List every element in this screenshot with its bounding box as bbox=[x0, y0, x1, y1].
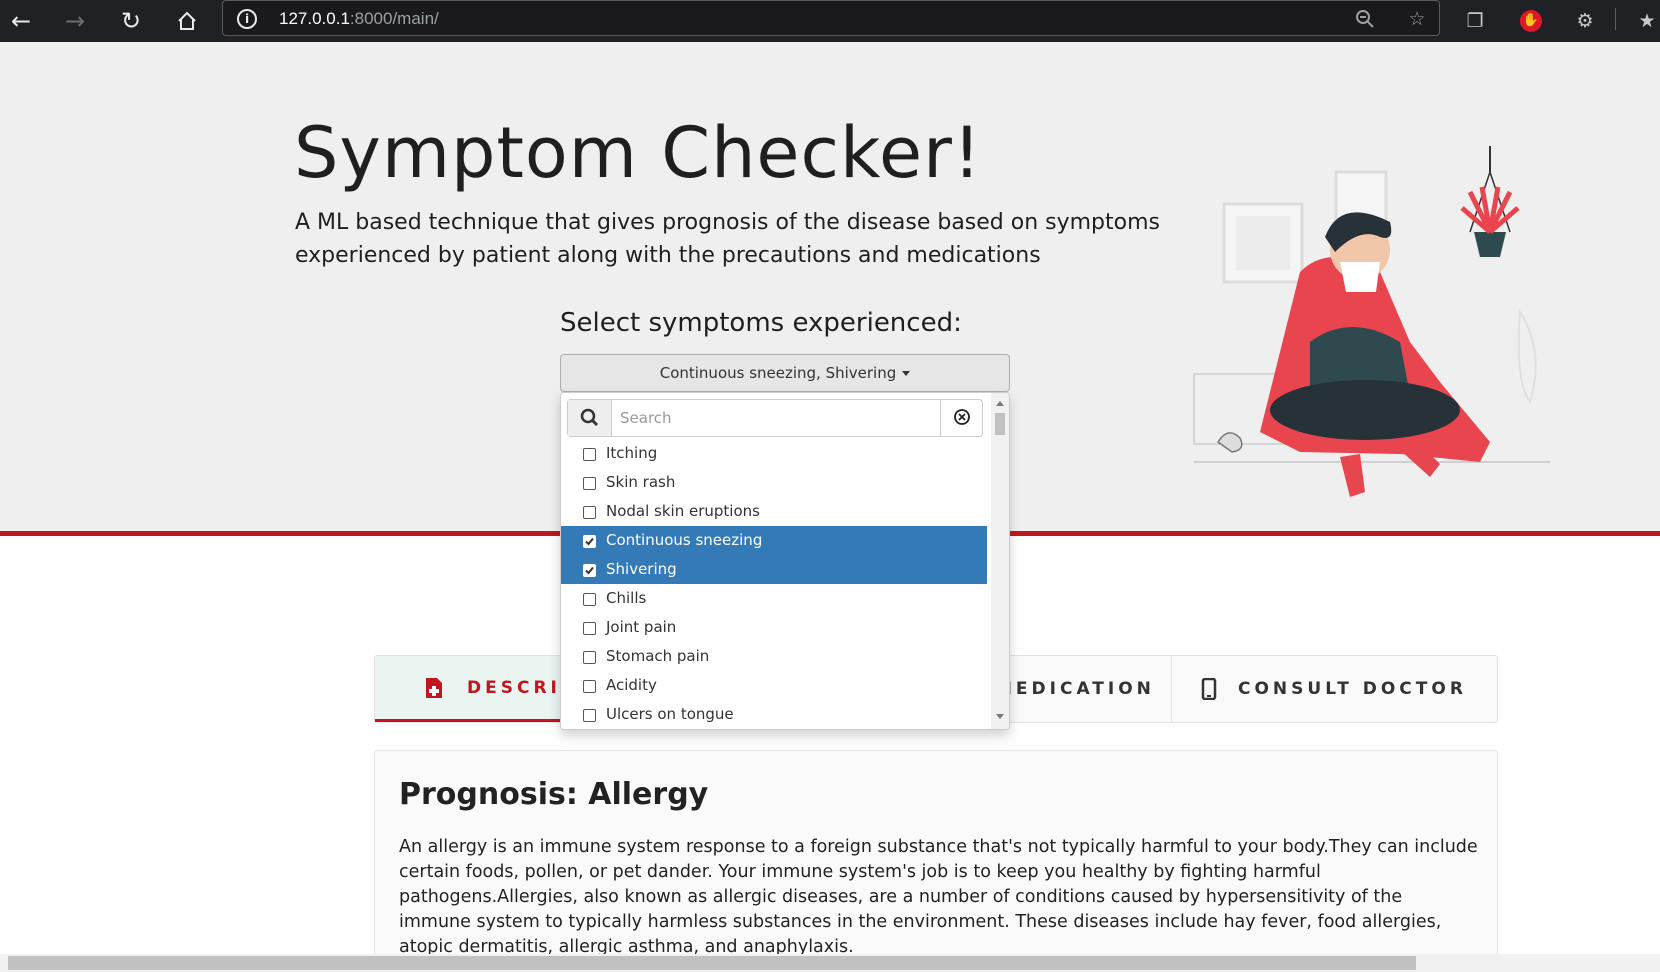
symptom-option-label: Acidity bbox=[606, 676, 657, 694]
checkbox[interactable] bbox=[583, 477, 596, 490]
symptoms-dropdown-button[interactable]: Continuous sneezing, Shivering bbox=[560, 354, 1010, 392]
checkbox[interactable] bbox=[583, 593, 596, 606]
toolbar-divider bbox=[1615, 8, 1616, 30]
symptom-option[interactable]: Itching bbox=[561, 439, 987, 468]
symptom-option-label: Shivering bbox=[606, 560, 677, 578]
scrollbar-thumb[interactable] bbox=[8, 956, 1416, 970]
symptom-option-label: Chills bbox=[606, 589, 647, 607]
zoom-out-icon[interactable] bbox=[1351, 5, 1379, 33]
checkbox[interactable] bbox=[583, 506, 596, 519]
adblock-icon[interactable]: ✋ bbox=[1520, 10, 1542, 32]
reload-icon[interactable]: ↻ bbox=[114, 4, 148, 38]
checkbox[interactable] bbox=[583, 709, 596, 722]
address-bar[interactable]: i 127.0.0.1:8000/main/ ☆ bbox=[222, 0, 1440, 36]
symptom-search-group bbox=[567, 399, 983, 437]
symptoms-dropdown-menu: Itching Skin rash Nodal skin eruptions C… bbox=[560, 392, 1010, 730]
site-info-icon[interactable]: i bbox=[237, 9, 257, 29]
back-arrow-icon[interactable]: ← bbox=[4, 4, 38, 38]
scroll-down-icon[interactable] bbox=[996, 714, 1004, 719]
phone-icon bbox=[1201, 678, 1217, 700]
symptom-option-label: Ulcers on tongue bbox=[606, 705, 734, 723]
prognosis-description: An allergy is an immune system response … bbox=[399, 837, 1478, 957]
select-symptoms-label: Select symptoms experienced: bbox=[560, 308, 962, 338]
browser-toolbar: ← → ↻ i 127.0.0.1:8000/main/ ☆ ❐ ✋ ⚙ ★ bbox=[0, 0, 1660, 42]
collections-icon[interactable]: ❐ bbox=[1460, 6, 1490, 36]
tab-consult-doctor[interactable]: CONSULT DOCTOR bbox=[1172, 656, 1498, 722]
page-title: Symptom Checker! bbox=[294, 112, 982, 194]
check-icon bbox=[585, 566, 594, 575]
checkbox-checked[interactable] bbox=[583, 564, 596, 577]
checkbox-checked[interactable] bbox=[583, 535, 596, 548]
symptom-option-label: Nodal skin eruptions bbox=[606, 502, 760, 520]
symptom-option-label: Continuous sneezing bbox=[606, 531, 763, 549]
symptom-option-label: Skin rash bbox=[606, 473, 676, 491]
checkbox[interactable] bbox=[583, 622, 596, 635]
symptom-option[interactable]: Ulcers on tongue bbox=[561, 700, 987, 729]
symptom-option[interactable]: Nodal skin eruptions bbox=[561, 497, 987, 526]
clear-search-icon[interactable] bbox=[940, 400, 983, 436]
page-horizontal-scrollbar[interactable] bbox=[0, 954, 1660, 972]
scrollbar-thumb[interactable] bbox=[995, 413, 1005, 435]
search-icon bbox=[568, 400, 612, 436]
page-subtitle: A ML based technique that gives prognosi… bbox=[295, 210, 1161, 268]
extensions-icon[interactable]: ⚙ bbox=[1570, 6, 1600, 36]
forward-arrow-icon[interactable]: → bbox=[58, 4, 92, 38]
url-text: 127.0.0.1:8000/main/ bbox=[279, 9, 439, 28]
caret-down-icon bbox=[902, 371, 911, 376]
sneezing-person-illustration bbox=[1193, 146, 1550, 497]
tab-medication-label: MEDICATION bbox=[995, 679, 1155, 699]
scroll-up-icon[interactable] bbox=[996, 401, 1004, 406]
symptom-option[interactable]: Chills bbox=[561, 584, 987, 613]
symptom-option-label: Joint pain bbox=[606, 618, 677, 636]
medical-file-icon bbox=[426, 677, 442, 698]
symptom-option-selected[interactable]: Continuous sneezing bbox=[561, 526, 987, 555]
add-favorite-icon[interactable]: ☆ bbox=[1403, 5, 1431, 33]
favorites-icon[interactable]: ★ bbox=[1632, 6, 1660, 36]
symptom-search-input[interactable] bbox=[620, 406, 920, 430]
check-icon bbox=[585, 537, 594, 546]
tab-consult-doctor-label: CONSULT DOCTOR bbox=[1238, 679, 1467, 699]
home-icon[interactable] bbox=[170, 4, 204, 38]
symptom-option[interactable]: Skin rash bbox=[561, 468, 987, 497]
prognosis-card: Prognosis: Allergy An allergy is an immu… bbox=[374, 750, 1498, 972]
checkbox[interactable] bbox=[583, 448, 596, 461]
symptoms-dropdown-value: Continuous sneezing, Shivering bbox=[659, 364, 897, 382]
checkbox[interactable] bbox=[583, 651, 596, 664]
symptom-option[interactable]: Stomach pain bbox=[561, 642, 987, 671]
symptom-option-label: Stomach pain bbox=[606, 647, 710, 665]
symptom-option-selected[interactable]: Shivering bbox=[561, 555, 987, 584]
dropdown-scrollbar[interactable] bbox=[991, 393, 1009, 729]
checkbox[interactable] bbox=[583, 680, 596, 693]
prognosis-heading: Prognosis: Allergy bbox=[399, 777, 709, 812]
symptom-option-label: Itching bbox=[606, 444, 658, 462]
symptom-option[interactable]: Acidity bbox=[561, 671, 987, 700]
symptom-option[interactable]: Joint pain bbox=[561, 613, 987, 642]
